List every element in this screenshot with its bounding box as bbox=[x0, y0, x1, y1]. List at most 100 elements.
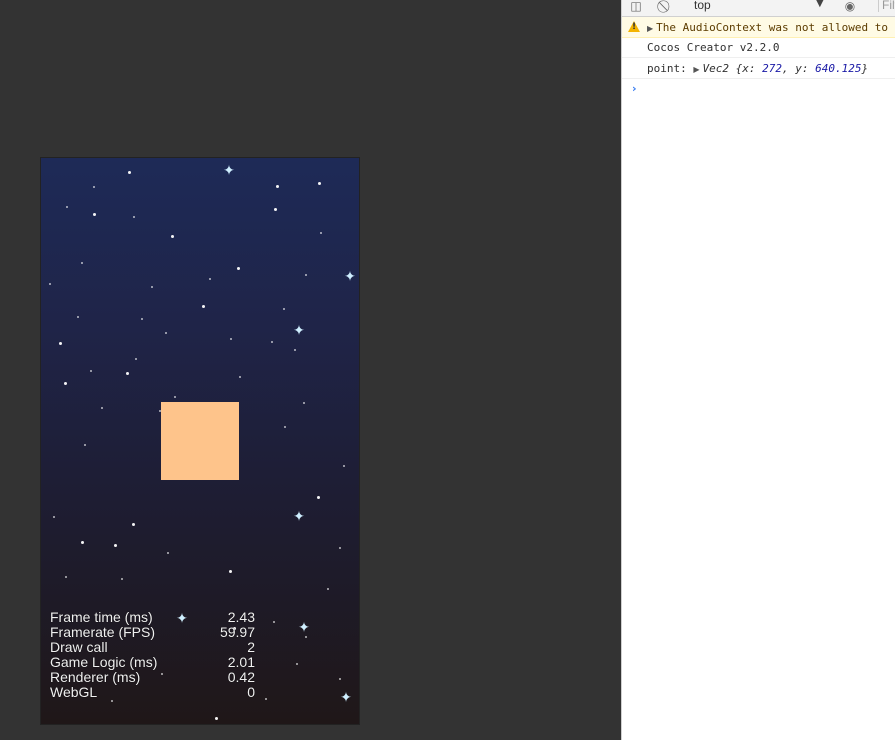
sparkle-star: ✦ bbox=[223, 163, 235, 179]
chevron-down-icon[interactable]: ▼ bbox=[816, 0, 824, 9]
stat-label: Framerate (FPS) bbox=[50, 624, 156, 640]
star bbox=[339, 547, 341, 549]
star bbox=[84, 444, 86, 446]
star bbox=[171, 235, 174, 238]
profiler-stats: Frame time (ms) 2.43 Framerate (FPS) 59.97 D… bbox=[50, 610, 255, 700]
warning-message: The AudioContext was not allowed to star… bbox=[656, 21, 895, 34]
console-prompt[interactable]: › bbox=[622, 79, 895, 99]
sparkle-star: ✦ bbox=[298, 620, 310, 636]
context-selector[interactable]: top bbox=[694, 0, 711, 12]
object-comma: , bbox=[782, 62, 789, 75]
console-warning-row[interactable]: ! ▶The AudioContext was not allowed to s… bbox=[622, 17, 895, 38]
sparkle-star: ✦ bbox=[344, 269, 356, 285]
stat-row: Frame time (ms) 2.43 bbox=[50, 610, 255, 625]
stat-value: 2 bbox=[247, 639, 255, 655]
star bbox=[114, 544, 117, 547]
console-toolbar: ◫ ⃠ top ▼ ◉ Filt bbox=[622, 0, 895, 17]
object-close-brace: } bbox=[861, 62, 869, 75]
stat-label: WebGL bbox=[50, 684, 98, 700]
star bbox=[230, 338, 232, 340]
stat-label: Draw call bbox=[50, 639, 108, 655]
star bbox=[305, 636, 307, 638]
star bbox=[135, 358, 137, 360]
point-label: point: bbox=[647, 62, 687, 75]
stat-value: 0.42 bbox=[227, 669, 255, 685]
star bbox=[77, 316, 79, 318]
star bbox=[305, 274, 307, 276]
star bbox=[327, 588, 329, 590]
orange-square-sprite[interactable] bbox=[161, 402, 239, 480]
star bbox=[237, 267, 240, 270]
stat-value: 2.01 bbox=[227, 654, 255, 670]
star bbox=[318, 182, 321, 185]
console-log-row: Cocos Creator v2.2.0 bbox=[622, 38, 895, 58]
filter-input[interactable]: Filt bbox=[878, 0, 895, 12]
vec-y-key: y: bbox=[795, 62, 809, 75]
sparkle-star: ✦ bbox=[340, 690, 352, 706]
star bbox=[59, 342, 62, 345]
star bbox=[271, 341, 273, 343]
expand-arrow-icon[interactable]: ▶ bbox=[693, 65, 699, 74]
star bbox=[265, 698, 267, 700]
star bbox=[317, 496, 320, 499]
stat-row: Renderer (ms) 0.42 bbox=[50, 670, 255, 685]
version-message: Cocos Creator v2.2.0 bbox=[647, 41, 780, 54]
star bbox=[66, 206, 68, 208]
star bbox=[165, 332, 167, 334]
vec-x-key: x: bbox=[742, 62, 756, 75]
clear-console-icon[interactable]: ⃠ bbox=[658, 0, 674, 14]
stat-value: 59.97 bbox=[219, 624, 255, 640]
star bbox=[93, 186, 95, 188]
star bbox=[93, 213, 96, 216]
game-stage-area: ✦ ✦ ✦ ✦ ✦ ✦ ✦ Frame time (ms) 2.43 Framerate (FP… bbox=[0, 0, 621, 740]
game-canvas[interactable]: ✦ ✦ ✦ ✦ ✦ ✦ ✦ Frame time (ms) 2.43 Framerate (FP… bbox=[40, 157, 360, 725]
stat-row: Game Logic (ms) 2.01 bbox=[50, 655, 255, 670]
warning-exclamation: ! bbox=[632, 22, 637, 32]
eye-icon[interactable]: ◉ bbox=[842, 0, 858, 14]
star bbox=[132, 523, 135, 526]
stat-row: Framerate (FPS) 59.97 bbox=[50, 625, 255, 640]
star bbox=[128, 171, 131, 174]
star bbox=[81, 262, 83, 264]
star bbox=[276, 185, 279, 188]
star bbox=[239, 376, 241, 378]
expand-arrow-icon[interactable]: ▶ bbox=[647, 24, 653, 33]
prompt-chevron-icon: › bbox=[632, 82, 637, 95]
star bbox=[90, 370, 92, 372]
star bbox=[343, 465, 345, 467]
stat-row: Draw call 2 bbox=[50, 640, 255, 655]
star bbox=[141, 318, 143, 320]
stat-label: Frame time (ms) bbox=[50, 609, 153, 625]
stat-value: 2.43 bbox=[227, 609, 255, 625]
devtools-console-panel: ◫ ⃠ top ▼ ◉ Filt ! ▶The AudioContext was… bbox=[621, 0, 895, 740]
star bbox=[320, 232, 322, 234]
star bbox=[283, 308, 285, 310]
star bbox=[274, 208, 277, 211]
star bbox=[303, 402, 305, 404]
star bbox=[174, 396, 176, 398]
star bbox=[101, 407, 103, 409]
star bbox=[273, 621, 275, 623]
star bbox=[296, 663, 298, 665]
vec-x-value: 272 bbox=[762, 62, 783, 75]
stat-label: Renderer (ms) bbox=[50, 669, 141, 685]
stat-label: Game Logic (ms) bbox=[50, 654, 158, 670]
star bbox=[209, 278, 211, 280]
star bbox=[126, 372, 129, 375]
star bbox=[111, 700, 113, 702]
star bbox=[229, 570, 232, 573]
star bbox=[215, 717, 218, 720]
star bbox=[81, 541, 84, 544]
star bbox=[167, 552, 169, 554]
star bbox=[64, 382, 67, 385]
star bbox=[339, 678, 341, 680]
star bbox=[294, 349, 296, 351]
sidebar-toggle-icon[interactable]: ◫ bbox=[628, 0, 644, 14]
sparkle-star: ✦ bbox=[293, 509, 305, 525]
console-log-row[interactable]: point: ▶ Vec2 {x: 272, y: 640.125} bbox=[622, 58, 895, 79]
vec-y-value: 640.125 bbox=[815, 62, 862, 75]
star bbox=[53, 516, 55, 518]
vec2-class-name: Vec2 bbox=[702, 62, 730, 75]
star bbox=[49, 283, 51, 285]
stat-value: 0 bbox=[247, 684, 255, 700]
